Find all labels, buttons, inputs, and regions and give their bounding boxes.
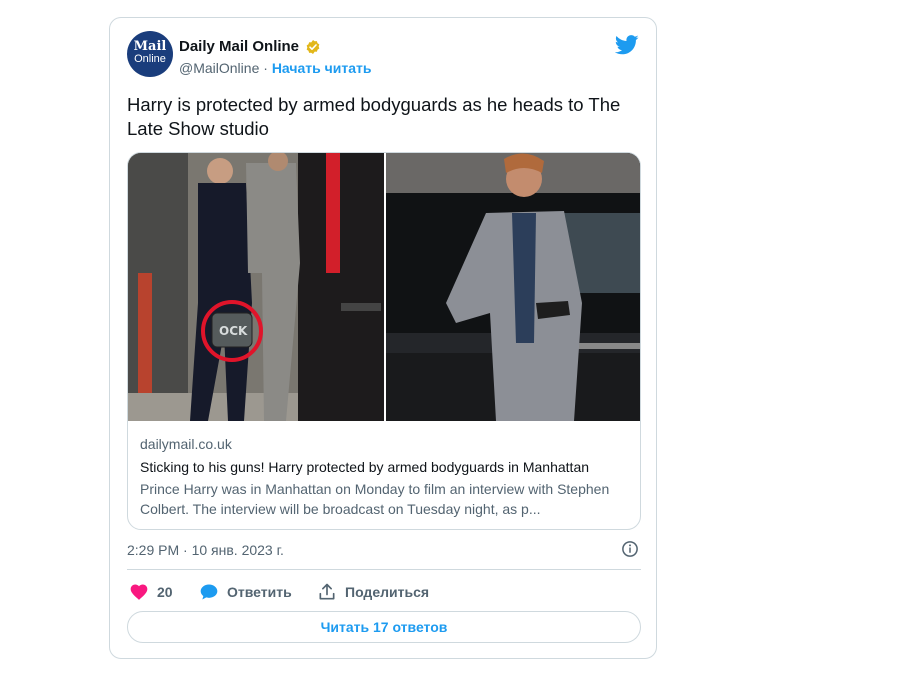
- author-name[interactable]: Daily Mail Online: [179, 38, 299, 56]
- photo-harry-walking: [386, 153, 640, 421]
- tweet-text: Harry is protected by armed bodyguards a…: [127, 94, 621, 139]
- reply-button[interactable]: Ответить: [199, 581, 292, 603]
- verified-badge-icon: [306, 40, 320, 54]
- handle-separator: ·: [259, 60, 272, 76]
- like-count: 20: [157, 584, 173, 600]
- reply-label: Ответить: [227, 584, 292, 600]
- avatar[interactable]: Mail Online: [127, 31, 173, 77]
- author-handle[interactable]: @MailOnline: [179, 60, 259, 76]
- tweet-timestamp[interactable]: 2:29 PM · 10 янв. 2023 г.: [127, 541, 284, 559]
- link-title: Sticking to his guns! Harry protected by…: [140, 459, 590, 475]
- link-preview-card[interactable]: OCK dailymail.co.uk Sticking to his guns…: [127, 152, 641, 530]
- tweet-card: Mail Online Daily Mail Online @MailOnlin…: [109, 17, 657, 659]
- link-description: Prince Harry was in Manhattan on Monday …: [140, 481, 610, 517]
- case-label: OCK: [219, 324, 248, 338]
- heart-icon: [130, 584, 148, 600]
- link-domain: dailymail.co.uk: [140, 436, 232, 452]
- avatar-logo-line1: Mail: [133, 39, 167, 54]
- info-icon[interactable]: [621, 540, 639, 558]
- follow-link[interactable]: Начать читать: [272, 60, 372, 76]
- photo-bodyguard-with-case: OCK: [128, 153, 384, 421]
- share-icon: [319, 583, 335, 600]
- share-label: Поделиться: [345, 584, 430, 600]
- read-replies-button[interactable]: Читать 17 ответов: [127, 611, 641, 643]
- avatar-logo-line2: Online: [134, 53, 166, 65]
- handle-row: @MailOnline · Начать читать: [179, 59, 371, 77]
- like-button[interactable]: 20: [129, 581, 173, 603]
- link-preview-photos: OCK: [128, 153, 640, 421]
- share-button[interactable]: Поделиться: [317, 581, 429, 603]
- reply-icon: [200, 584, 218, 600]
- twitter-bird-icon[interactable]: [615, 35, 639, 55]
- link-preview-meta: dailymail.co.uk Sticking to his guns! Ha…: [140, 435, 632, 519]
- divider: [127, 569, 641, 570]
